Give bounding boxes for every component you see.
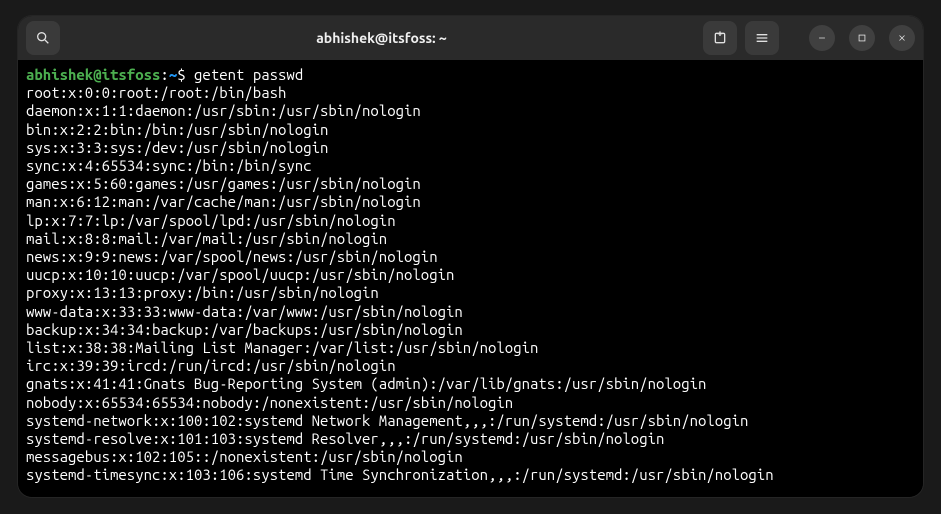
search-icon	[35, 30, 51, 46]
new-tab-button[interactable]	[703, 21, 737, 55]
terminal-body[interactable]: abhishek@itsfoss:~$ getent passwd root:x…	[18, 60, 923, 497]
output-line: nobody:x:65534:65534:nobody:/nonexistent…	[26, 394, 915, 412]
minimize-button[interactable]	[809, 25, 835, 51]
output-line: games:x:5:60:games:/usr/games:/usr/sbin/…	[26, 175, 915, 193]
output-line: mail:x:8:8:mail:/var/mail:/usr/sbin/nolo…	[26, 230, 915, 248]
output-line: backup:x:34:34:backup:/var/backups:/usr/…	[26, 321, 915, 339]
command-text: getent passwd	[194, 66, 303, 83]
output-line: sync:x:4:65534:sync:/bin:/bin/sync	[26, 157, 915, 175]
minimize-icon	[817, 33, 827, 43]
prompt-path: ~	[169, 66, 177, 83]
output-line: proxy:x:13:13:proxy:/bin:/usr/sbin/nolog…	[26, 284, 915, 302]
output-line: systemd-resolve:x:101:103:systemd Resolv…	[26, 430, 915, 448]
output-line: www-data:x:33:33:www-data:/var/www:/usr/…	[26, 303, 915, 321]
output-line: uucp:x:10:10:uucp:/var/spool/uucp:/usr/s…	[26, 266, 915, 284]
output-line: systemd-network:x:100:102:systemd Networ…	[26, 412, 915, 430]
output-line: sys:x:3:3:sys:/dev:/usr/sbin/nologin	[26, 139, 915, 157]
terminal-output: root:x:0:0:root:/root:/bin/bashdaemon:x:…	[26, 84, 915, 484]
maximize-icon	[857, 33, 867, 43]
output-line: messagebus:x:102:105::/nonexistent:/usr/…	[26, 448, 915, 466]
output-line: man:x:6:12:man:/var/cache/man:/usr/sbin/…	[26, 193, 915, 211]
output-line: root:x:0:0:root:/root:/bin/bash	[26, 84, 915, 102]
maximize-button[interactable]	[849, 25, 875, 51]
new-tab-icon	[712, 30, 728, 46]
terminal-window: abhishek@itsfoss: ~ abhishek@itsfoss:~$ …	[18, 16, 923, 497]
output-line: daemon:x:1:1:daemon:/usr/sbin:/usr/sbin/…	[26, 102, 915, 120]
output-line: bin:x:2:2:bin:/bin:/usr/sbin/nologin	[26, 121, 915, 139]
output-line: list:x:38:38:Mailing List Manager:/var/l…	[26, 339, 915, 357]
close-icon	[897, 33, 907, 43]
output-line: lp:x:7:7:lp:/var/spool/lpd:/usr/sbin/nol…	[26, 212, 915, 230]
window-title: abhishek@itsfoss: ~	[68, 30, 695, 46]
output-line: irc:x:39:39:ircd:/run/ircd:/usr/sbin/nol…	[26, 357, 915, 375]
output-line: systemd-timesync:x:103:106:systemd Time …	[26, 466, 915, 484]
close-button[interactable]	[889, 25, 915, 51]
output-line: gnats:x:41:41:Gnats Bug-Reporting System…	[26, 375, 915, 393]
output-line: news:x:9:9:news:/var/spool/news:/usr/sbi…	[26, 248, 915, 266]
titlebar: abhishek@itsfoss: ~	[18, 16, 923, 60]
command-line: abhishek@itsfoss:~$ getent passwd	[26, 66, 915, 84]
menu-button[interactable]	[745, 21, 779, 55]
prompt-userhost: abhishek@itsfoss	[26, 66, 160, 83]
prompt-dollar: $	[177, 66, 185, 83]
prompt-colon: :	[160, 66, 168, 83]
hamburger-icon	[754, 30, 770, 46]
search-button[interactable]	[26, 21, 60, 55]
